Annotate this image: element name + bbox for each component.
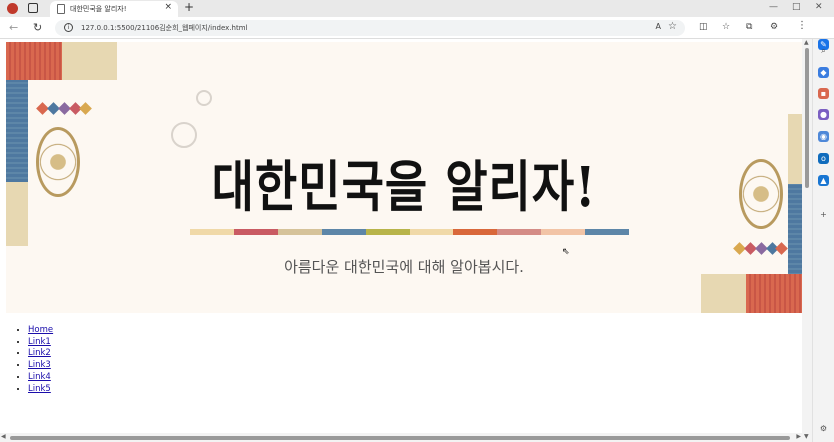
horizontal-scroll-thumb[interactable]: [10, 436, 790, 440]
stripe-segment: [321, 229, 366, 235]
add-icon[interactable]: +: [818, 209, 829, 220]
stripe-segment: [541, 229, 586, 235]
stripe-segment: [409, 229, 454, 235]
scroll-right-icon[interactable]: ▶: [796, 433, 801, 440]
profile-avatar-icon[interactable]: [7, 3, 18, 14]
right-red-fabric: [746, 274, 802, 313]
read-aloud-icon[interactable]: A: [656, 22, 661, 31]
close-window-button[interactable]: ✕: [815, 2, 823, 12]
left-beige-fabric: [62, 42, 117, 80]
diamond-ornament: [775, 242, 788, 255]
scroll-left-icon[interactable]: ◀: [1, 433, 6, 440]
stripe-segment: [233, 229, 278, 235]
horizontal-scrollbar[interactable]: ◀ ▶: [0, 433, 802, 442]
stripe-segment: [277, 229, 322, 235]
collections-icon[interactable]: ⧉: [746, 22, 752, 32]
scroll-up-icon[interactable]: ▲: [804, 39, 809, 46]
nav-link-link1[interactable]: Link1: [28, 337, 51, 347]
tab-bar: 대한민국을 알리자! × + — □ ✕: [0, 0, 834, 17]
address-bar-row: ← ↻ i 127.0.0.1:5500/21106김순희_웹페이지/index…: [0, 17, 834, 39]
nav-link-item: Link5: [28, 384, 53, 396]
nav-link-link2[interactable]: Link2: [28, 348, 51, 358]
hero-banner: 대한민국을 알리자! 아름다운 대한민국에 대해 알아봅시다.: [6, 42, 802, 313]
search-icon[interactable]: ⌕: [818, 45, 829, 56]
nav-link-list: Home Link1Link2 Link3 Link4 Link5: [28, 325, 53, 395]
favorites-icon[interactable]: ☆: [722, 22, 730, 32]
extensions-icon[interactable]: ⚙: [770, 22, 778, 32]
split-screen-icon[interactable]: ◫: [699, 22, 708, 32]
shopping-icon[interactable]: ▪: [818, 88, 829, 99]
nav-link-item: Link1: [28, 337, 53, 349]
tab-title: 대한민국을 알리자!: [70, 5, 127, 13]
new-tab-button[interactable]: +: [184, 0, 194, 14]
refresh-icon[interactable]: ↻: [33, 21, 42, 34]
stripe-segment: [453, 229, 498, 235]
nav-link-link5[interactable]: Link5: [28, 384, 51, 394]
diamond-ornament: [79, 102, 92, 115]
nav-link-home[interactable]: Home: [28, 325, 53, 335]
url-text[interactable]: 127.0.0.1:5500/21106김순희_웹페이지/index.html: [81, 23, 247, 33]
more-menu-icon[interactable]: ⋮: [797, 20, 807, 31]
scroll-down-icon[interactable]: ▼: [804, 433, 809, 440]
url-field[interactable]: i 127.0.0.1:5500/21106김순희_웹페이지/index.htm…: [55, 20, 685, 36]
settings-gear-icon[interactable]: ⚙: [818, 423, 829, 434]
color-stripe: [190, 229, 630, 235]
tag-icon[interactable]: ◆: [818, 67, 829, 78]
nav-link-item: Home: [28, 325, 53, 337]
people-icon[interactable]: ●: [818, 109, 829, 120]
tab-close-icon[interactable]: ×: [164, 2, 172, 12]
nav-link-link4[interactable]: Link4: [28, 372, 51, 382]
outlook-icon[interactable]: o: [818, 153, 829, 164]
cloud-ornament: [196, 90, 212, 106]
site-info-icon[interactable]: i: [64, 23, 73, 32]
back-arrow-icon[interactable]: ←: [9, 21, 18, 34]
stripe-segment: [365, 229, 410, 235]
vertical-scroll-thumb[interactable]: [805, 48, 809, 188]
stripe-segment: [190, 229, 234, 235]
nav-link-item: Link2: [28, 348, 53, 360]
nav-link-item: Link4: [28, 372, 53, 384]
page-subtitle: 아름다운 대한민국에 대해 알아봅시다.: [284, 258, 524, 276]
page-viewport: 대한민국을 알리자! 아름다운 대한민국에 대해 알아봅시다. Home Link…: [0, 39, 812, 442]
nav-link-item: Link3: [28, 360, 53, 372]
tab-actions-icon[interactable]: [28, 3, 38, 13]
nav-link-link3[interactable]: Link3: [28, 360, 51, 370]
drop-icon[interactable]: ▲: [818, 175, 829, 186]
games-icon[interactable]: ◉: [818, 131, 829, 142]
page-title: 대한민국을 알리자!: [211, 154, 597, 219]
favorite-star-icon[interactable]: ☆: [668, 21, 677, 32]
mouse-cursor-icon: ⇖: [562, 247, 570, 257]
active-tab[interactable]: 대한민국을 알리자! ×: [50, 1, 178, 17]
edge-sidebar: ✎ ⌕ ◆ ▪ ● ◉ o ▲ + ⚙: [812, 39, 834, 442]
stripe-segment: [497, 229, 542, 235]
maximize-button[interactable]: □: [792, 2, 801, 12]
vertical-scrollbar[interactable]: ▲ ▼: [802, 39, 812, 442]
minimize-button[interactable]: —: [769, 2, 778, 12]
stripe-segment: [585, 229, 630, 235]
page-icon: [57, 4, 65, 14]
